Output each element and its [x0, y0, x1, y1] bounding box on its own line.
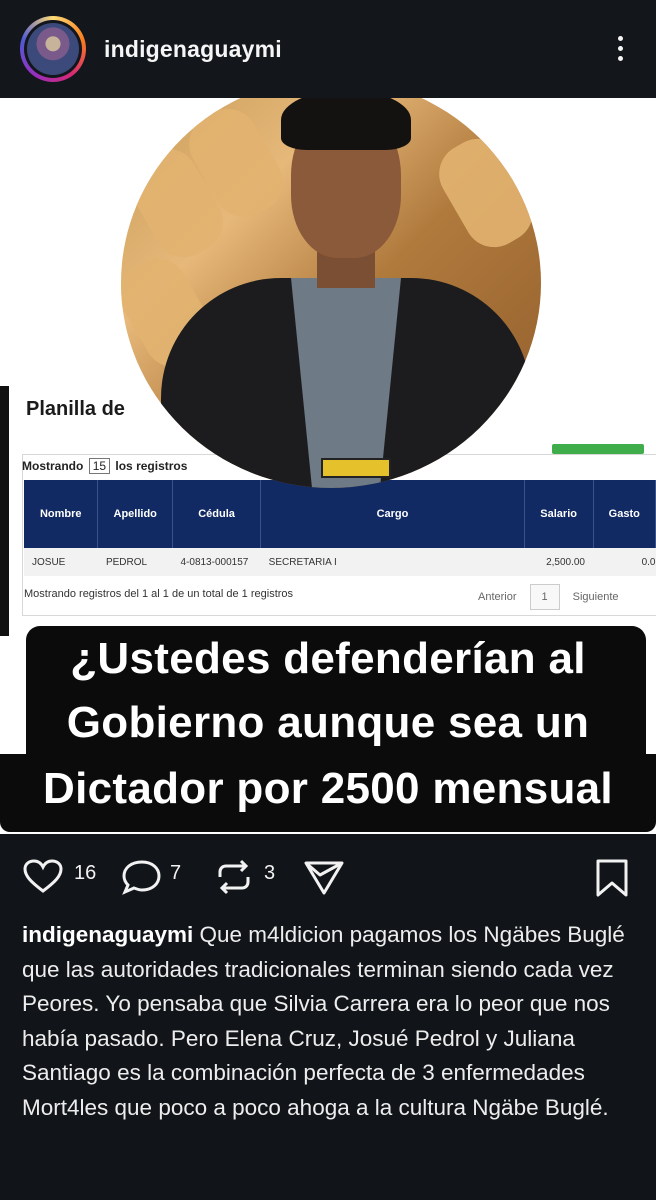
green-button: [552, 444, 644, 454]
overlay-line-1: ¿Ustedes defenderían al: [70, 634, 586, 683]
next-page: Siguiente: [572, 591, 619, 603]
cell-salario: 2,500.00: [524, 548, 593, 576]
overlay-line-3: Dictador por 2500 mensual: [43, 764, 613, 813]
share-icon[interactable]: [302, 858, 346, 896]
action-bar: 16 7 3: [0, 846, 656, 906]
post-header: indigenaguaymi: [0, 0, 656, 98]
like-count[interactable]: 16: [74, 862, 96, 885]
overlay-text: ¿Ustedes defenderían al Gobierno aunque …: [0, 626, 656, 834]
comment-count[interactable]: 7: [170, 862, 181, 885]
cell-gasto: 0.0: [593, 548, 656, 576]
col-apellido: Apellido: [97, 480, 173, 548]
cell-nombre: JOSUE: [24, 548, 98, 576]
col-cargo: Cargo: [260, 480, 525, 548]
avatar[interactable]: [20, 16, 86, 82]
post-image[interactable]: Planilla de Mostrando 15 los registros N…: [0, 98, 656, 834]
comment-icon[interactable]: [120, 858, 164, 896]
overlay-line-2: Gobierno aunque sea un: [66, 698, 590, 747]
table-footer: Mostrando registros del 1 al 1 de un tot…: [24, 588, 294, 600]
repost-icon[interactable]: [214, 858, 254, 896]
table-row: JOSUE PEDROL 4-0813-000157 SECRETARIA I …: [24, 548, 656, 576]
col-gasto: Gasto: [593, 480, 656, 548]
portrait-photo: [121, 98, 541, 488]
col-cedula: Cédula: [172, 480, 262, 548]
post-caption: indigenaguaymi Que m4ldicion pagamos los…: [22, 918, 642, 1125]
prev-page: Anterior: [478, 591, 517, 603]
col-nombre: Nombre: [24, 480, 99, 548]
username[interactable]: indigenaguaymi: [104, 36, 282, 63]
decorative-bar: [0, 386, 9, 636]
table-title: Planilla de: [26, 398, 125, 420]
page-number: 1: [529, 584, 560, 610]
cell-cedula: 4-0813-000157: [172, 548, 261, 576]
table-header-row: Nombre Apellido Cédula Cargo Salario Gas…: [24, 480, 656, 548]
pagination: Anterior 1 Siguiente: [478, 584, 619, 610]
cell-apellido: PEDROL: [97, 548, 173, 576]
bookmark-icon[interactable]: [594, 858, 630, 898]
cell-cargo: SECRETARIA I: [260, 548, 525, 576]
repost-count[interactable]: 3: [264, 862, 275, 885]
heart-icon[interactable]: [22, 858, 64, 894]
records-count-select: 15: [88, 458, 111, 474]
avatar-image: [27, 23, 79, 75]
payroll-table: Nombre Apellido Cédula Cargo Salario Gas…: [24, 480, 656, 576]
col-salario: Salario: [524, 480, 594, 548]
more-options-icon[interactable]: [614, 36, 626, 66]
caption-text: Que m4ldicion pagamos los Ngäbes Buglé q…: [22, 922, 625, 1120]
caption-username[interactable]: indigenaguaymi: [22, 922, 193, 947]
